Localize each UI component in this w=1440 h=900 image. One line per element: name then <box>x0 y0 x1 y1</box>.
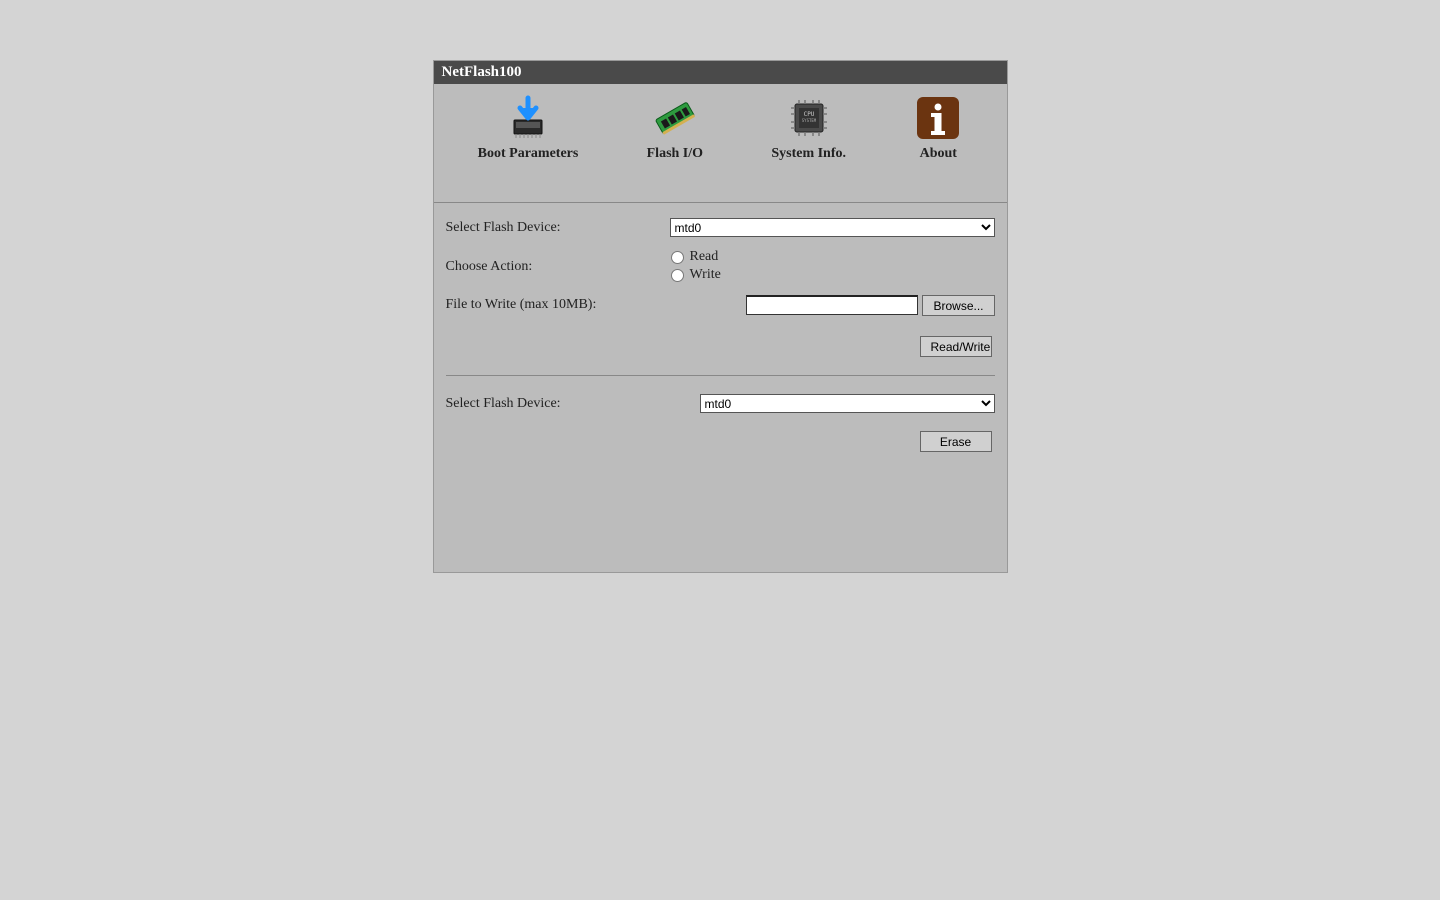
svg-text:SYSTEM: SYSTEM <box>801 118 816 123</box>
app-window: NetFlash100 Boot Parameters <box>433 60 1008 573</box>
radio-write[interactable] <box>671 269 684 282</box>
nav-about-label: About <box>914 146 962 162</box>
radio-read-label: Read <box>690 249 719 265</box>
radio-read[interactable] <box>671 251 684 264</box>
file-label: File to Write (max 10MB): <box>446 295 662 313</box>
nav-flash-io[interactable]: Flash I/O <box>647 94 703 162</box>
cpu-chip-icon: CPU SYSTEM <box>785 94 833 142</box>
file-input-group: Browse... <box>746 295 994 316</box>
nav-boot-label: Boot Parameters <box>478 146 579 162</box>
ram-stick-icon <box>651 94 699 142</box>
choose-action-row: Choose Action: Read Write <box>446 249 995 283</box>
flash-device-select[interactable]: mtd0 <box>670 218 995 237</box>
nav-system-info[interactable]: CPU SYSTEM System Info. <box>771 94 846 162</box>
nav-sysinfo-label: System Info. <box>771 146 846 162</box>
select-device-label: Select Flash Device: <box>446 218 670 236</box>
chip-download-icon <box>504 94 552 142</box>
radio-write-line[interactable]: Write <box>671 267 995 283</box>
nav-flashio-label: Flash I/O <box>647 146 703 162</box>
erase-button-row: Erase <box>446 431 995 452</box>
nav-about[interactable]: About <box>914 94 962 162</box>
readwrite-button[interactable]: Read/Write <box>920 336 992 357</box>
erase-select-device-label: Select Flash Device: <box>446 394 670 412</box>
erase-flash-device-select[interactable]: mtd0 <box>700 394 995 413</box>
radio-read-line[interactable]: Read <box>671 249 995 265</box>
separator <box>446 375 995 376</box>
erase-select-device-row: Select Flash Device: mtd0 <box>446 394 995 413</box>
readwrite-button-row: Read/Write <box>446 336 995 357</box>
app-title: NetFlash100 <box>442 64 522 80</box>
content-panel: Select Flash Device: mtd0 Choose Action:… <box>434 203 1007 572</box>
radio-write-label: Write <box>690 267 721 283</box>
file-to-write-row: File to Write (max 10MB): Browse... <box>446 295 995 316</box>
file-path-input[interactable] <box>746 295 918 315</box>
info-icon <box>914 94 962 142</box>
choose-action-label: Choose Action: <box>446 249 671 275</box>
erase-button[interactable]: Erase <box>920 431 992 452</box>
nav-boot-parameters[interactable]: Boot Parameters <box>478 94 579 162</box>
svg-text:CPU: CPU <box>803 111 814 118</box>
browse-button[interactable]: Browse... <box>922 295 994 316</box>
title-bar: NetFlash100 <box>434 61 1007 84</box>
select-device-row: Select Flash Device: mtd0 <box>446 218 995 237</box>
action-radio-group: Read Write <box>671 249 995 283</box>
nav-bar: Boot Parameters Flash I/O <box>434 84 1007 203</box>
